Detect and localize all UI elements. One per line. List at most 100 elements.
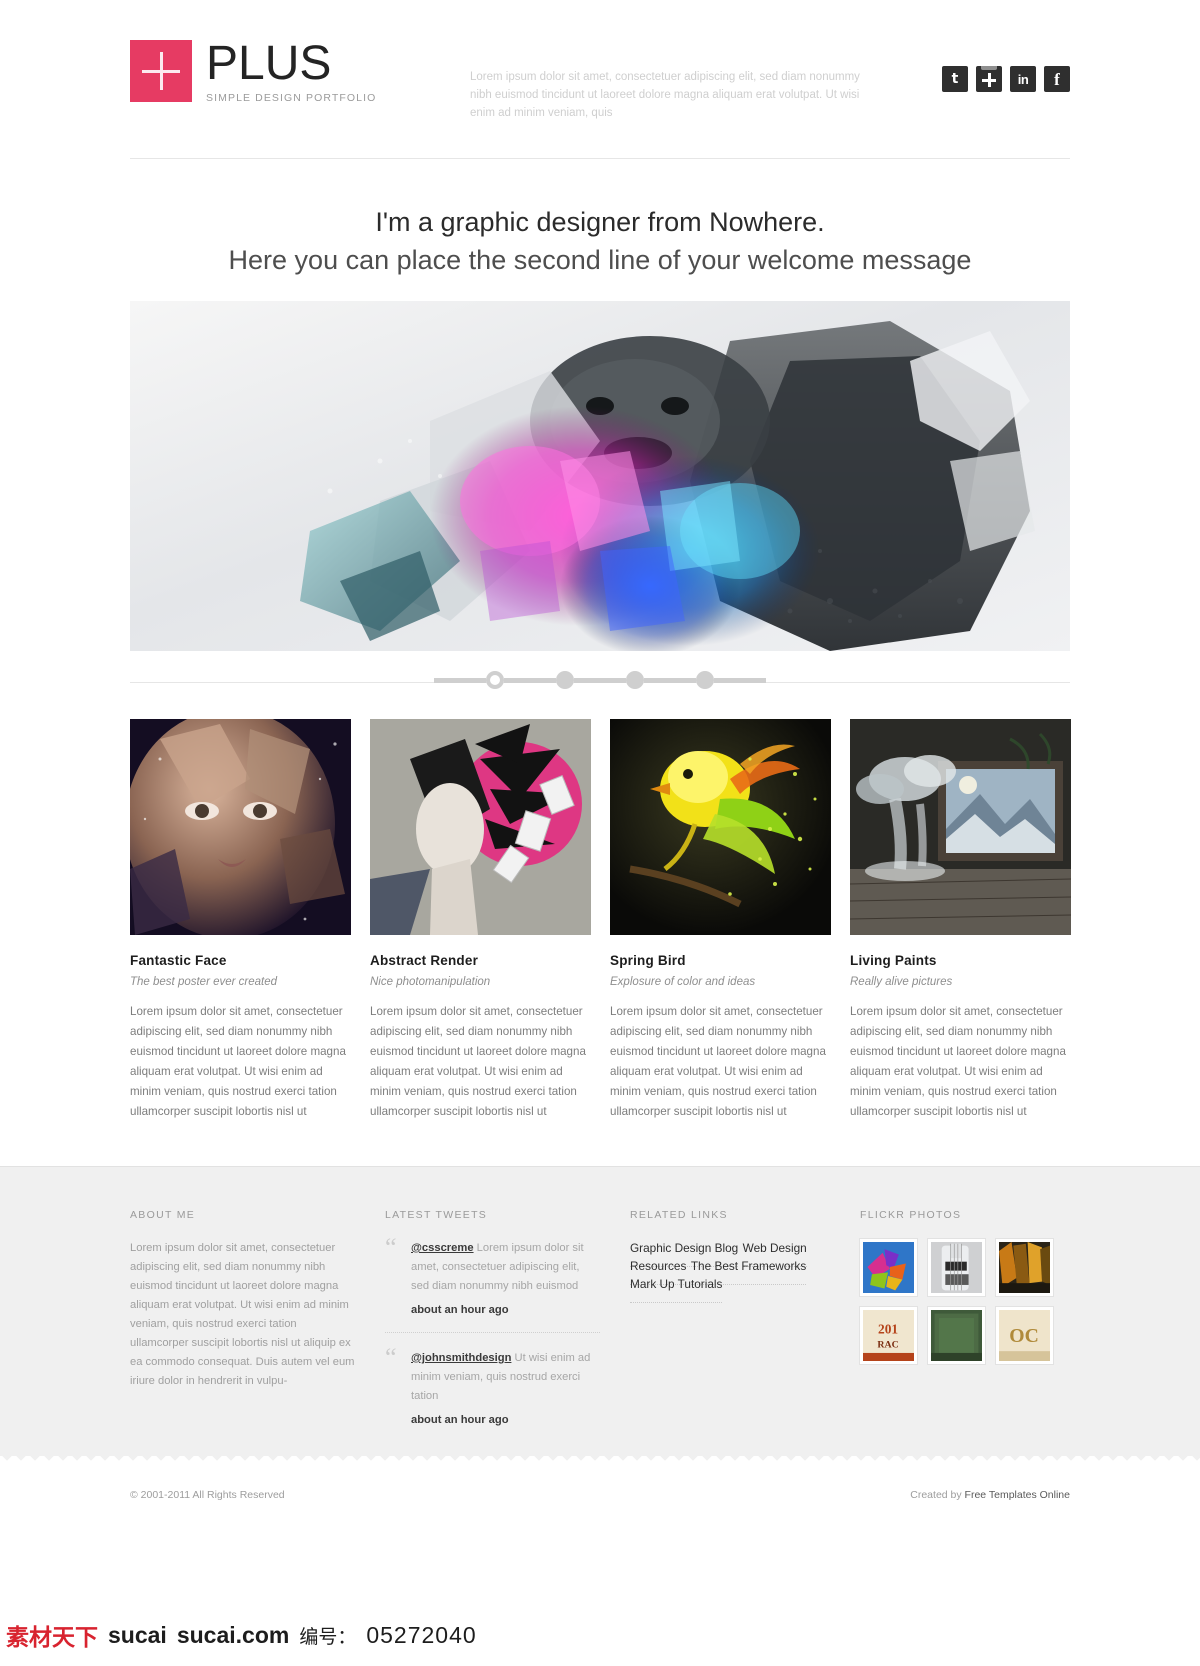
social-links: t in f (942, 40, 1070, 92)
flickr-photo-image (931, 1310, 982, 1361)
portfolio-item[interactable]: Living Paints Really alive pictures Lore… (850, 719, 1071, 1122)
tweet-body: @csscreme Lorem ipsum dolor sit amet, co… (411, 1239, 600, 1320)
portfolio-subtitle: Nice photomanipulation (370, 976, 491, 988)
footer-columns: ABOUT ME Lorem ipsum dolor sit amet, con… (130, 1209, 1070, 1436)
slider-track-segment (714, 677, 766, 683)
flickr-photo[interactable]: 201 RAC (860, 1307, 917, 1364)
svg-text:201: 201 (878, 1321, 898, 1336)
plus-icon-horizontal (142, 69, 180, 73)
footer-tweets-title: LATEST TWEETS (385, 1209, 488, 1221)
footer-links-title: RELATED LINKS (630, 1209, 728, 1221)
created-by-label: Created by (910, 1489, 965, 1501)
tweet-timestamp: about an hour ago (411, 1304, 509, 1316)
tweet-item: “ @johnsmithdesign Ut wisi enim ad minim… (385, 1332, 600, 1430)
template-credit-link[interactable]: Free Templates Online (965, 1489, 1070, 1501)
portfolio-title: Fantastic Face (130, 953, 227, 968)
watermark-number: 05272040 (366, 1621, 477, 1648)
watermark-overlay: 素材天下 sucai sucai.com 编号： 05272040 (0, 1604, 1200, 1666)
brand-title: PLUS (206, 37, 332, 90)
flickr-photo[interactable] (860, 1239, 917, 1296)
plus-icon (130, 40, 192, 102)
flickr-photo[interactable] (996, 1239, 1053, 1296)
welcome-line-1: I'm a graphic designer from Nowhere. (375, 207, 825, 237)
spring-bird-artwork (610, 719, 831, 935)
linkedin-glyph: in (1017, 71, 1029, 87)
portfolio-title: Living Paints (850, 953, 937, 968)
welcome-message: I'm a graphic designer from Nowhere. Her… (130, 159, 1070, 279)
flickr-photo[interactable]: OC (996, 1307, 1053, 1364)
bottom-bar: © 2001-2011 All Rights Reserved Created … (0, 1466, 1200, 1524)
portfolio-body: Lorem ipsum dolor sit amet, consectetuer… (850, 1005, 1066, 1118)
footer-about-body: Lorem ipsum dolor sit amet, consectetuer… (130, 1242, 355, 1387)
portfolio-item[interactable]: Fantastic Face The best poster ever crea… (130, 719, 351, 1122)
slider-dot-1[interactable] (486, 671, 504, 689)
svg-text:RAC: RAC (877, 1340, 898, 1351)
site-header: PLUS SIMPLE DESIGN PORTFOLIO Lorem ipsum… (130, 0, 1070, 122)
slider-dot-4[interactable] (696, 671, 714, 689)
portfolio-body: Lorem ipsum dolor sit amet, consectetuer… (370, 1005, 586, 1118)
slider-dot-3[interactable] (626, 671, 644, 689)
facebook-icon[interactable]: f (1044, 66, 1070, 92)
guitar-photo (931, 1242, 982, 1293)
footer-flickr-title: FLICKR PHOTOS (860, 1209, 962, 1221)
abstract-render-artwork (370, 719, 591, 935)
portfolio-thumbnail[interactable] (850, 719, 1071, 935)
related-link[interactable]: Mark Up Tutorials (630, 1266, 723, 1303)
portfolio-subtitle: Explosure of color and ideas (610, 976, 756, 988)
tweet-username[interactable]: @csscreme (411, 1242, 474, 1254)
header-tagline: Lorem ipsum dolor sit amet, consectetuer… (470, 71, 860, 119)
linkedin-icon[interactable]: in (1010, 66, 1036, 92)
welcome-line-2: Here you can place the second line of yo… (228, 245, 972, 275)
flickr-photo-image: 201 RAC (863, 1310, 914, 1361)
flickr-photo-image: OC (999, 1310, 1050, 1361)
tweet-timestamp: about an hour ago (411, 1414, 509, 1426)
quote-icon: “ (385, 1343, 397, 1372)
flickr-photo-image (931, 1242, 982, 1293)
hero-artwork (130, 301, 1070, 651)
footer-flickr-column: FLICKR PHOTOS 201 RAC OC (860, 1209, 1070, 1436)
svg-text:OC: OC (1009, 1325, 1039, 1347)
slider-dot-2[interactable] (556, 671, 574, 689)
site-footer: ABOUT ME Lorem ipsum dolor sit amet, con… (0, 1166, 1200, 1456)
portfolio-thumbnail[interactable] (370, 719, 591, 935)
portfolio-thumbnail[interactable] (610, 719, 831, 935)
twitter-glyph: t (951, 71, 959, 87)
tweet-username[interactable]: @johnsmithdesign (411, 1352, 511, 1364)
living-paints-artwork (850, 719, 1071, 935)
footer-tweets-column: LATEST TWEETS “ @csscreme Lorem ipsum do… (385, 1209, 630, 1436)
bottom-bar-inner: © 2001-2011 All Rights Reserved Created … (130, 1466, 1070, 1524)
google-plus-icon[interactable] (976, 66, 1002, 92)
flickr-photo[interactable] (928, 1239, 985, 1296)
gplus-glyph-horizontal (982, 78, 996, 82)
portfolio-item[interactable]: Abstract Render Nice photomanipulation L… (370, 719, 591, 1122)
watermark-site-en: sucai (108, 1621, 167, 1648)
header-wrap: PLUS SIMPLE DESIGN PORTFOLIO Lorem ipsum… (130, 0, 1071, 1122)
slider-pagination (130, 657, 1070, 707)
flickr-photo-image (863, 1242, 914, 1293)
portfolio-subtitle: Really alive pictures (850, 976, 953, 988)
portfolio-item[interactable]: Spring Bird Explosure of color and ideas… (610, 719, 831, 1122)
watermark-label: 编号： (299, 1626, 357, 1648)
page-root: PLUS SIMPLE DESIGN PORTFOLIO Lorem ipsum… (0, 0, 1200, 1666)
flickr-photo[interactable] (928, 1307, 985, 1364)
portfolio-body: Lorem ipsum dolor sit amet, consectetuer… (610, 1005, 826, 1118)
typography-poster-photo: 201 RAC (863, 1310, 914, 1361)
slider-track-segment (644, 677, 696, 683)
portfolio-body: Lorem ipsum dolor sit amet, consectetuer… (130, 1005, 346, 1118)
twitter-icon[interactable]: t (942, 66, 968, 92)
tweet-item: “ @csscreme Lorem ipsum dolor sit amet, … (385, 1235, 600, 1320)
slider-track-segment (574, 677, 626, 683)
brand-logo[interactable]: PLUS SIMPLE DESIGN PORTFOLIO (130, 40, 430, 104)
flickr-photo-grid: 201 RAC OC (860, 1239, 1070, 1364)
portfolio-title: Spring Bird (610, 953, 686, 968)
letterpress-photo: OC (999, 1310, 1050, 1361)
created-by-text: Created by Free Templates Online (910, 1489, 1070, 1501)
portfolio-grid: Fantastic Face The best poster ever crea… (130, 719, 1071, 1122)
hero-slider-image[interactable] (130, 301, 1070, 651)
portfolio-thumbnail[interactable] (130, 719, 351, 935)
autumn-trees-photo (999, 1242, 1050, 1293)
green-book-photo (931, 1310, 982, 1361)
balloons-photo (863, 1242, 914, 1293)
tweet-body: @johnsmithdesign Ut wisi enim ad minim v… (411, 1349, 600, 1430)
footer-wrap: ABOUT ME Lorem ipsum dolor sit amet, con… (130, 1209, 1070, 1436)
